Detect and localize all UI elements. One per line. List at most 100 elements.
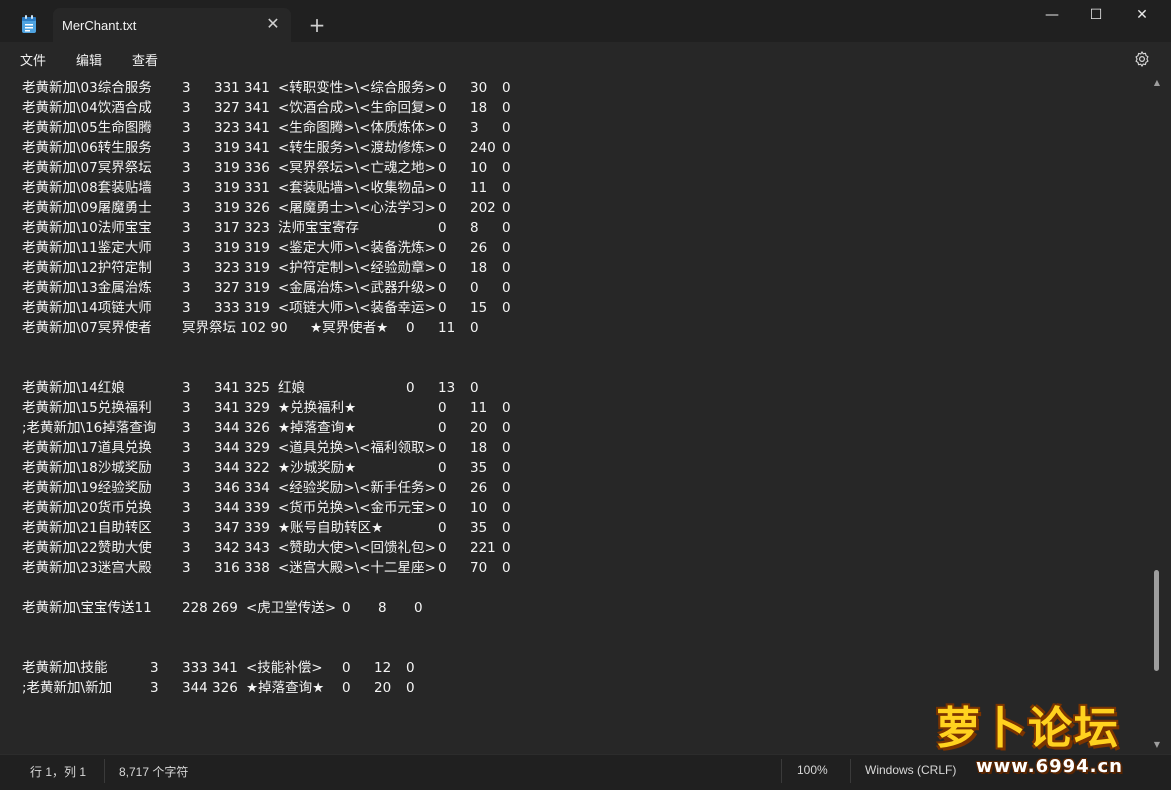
- minimize-button[interactable]: —: [1029, 0, 1075, 32]
- menu-file[interactable]: 文件: [20, 50, 46, 69]
- text-cell: 0: [342, 600, 351, 616]
- text-cell: 0: [342, 660, 351, 676]
- scroll-down-icon[interactable]: ▼: [1152, 740, 1162, 750]
- text-cell: 老黄新加\06转生服务: [22, 140, 152, 156]
- text-cell: 0: [414, 600, 423, 616]
- text-cell: 0: [470, 280, 479, 296]
- text-line: 老黄新加\19经验奖励 3 346 334 <经验奖励>\<新手任务> 0 26 0: [22, 478, 1142, 498]
- text-cell: 3: [182, 500, 191, 516]
- text-line: [22, 618, 1142, 638]
- text-cell: 3: [182, 460, 191, 476]
- tab-merchant-txt[interactable]: MerChant.txt ✕: [53, 8, 291, 42]
- text-line: 老黄新加\23迷宫大殿 3 316 338 <迷宫大殿>\<十二星座> 0 70 0: [22, 558, 1142, 578]
- text-cell: 0: [406, 320, 415, 336]
- text-cell: 老黄新加\技能: [22, 660, 108, 676]
- text-line: [22, 578, 1142, 598]
- text-cell: 344 329: [214, 440, 270, 456]
- text-cell: 0: [502, 80, 511, 96]
- text-cell: 331 341: [214, 80, 270, 96]
- text-line: 老黄新加\20货币兑换 3 344 339 <货币兑换>\<金币元宝> 0 10 0: [22, 498, 1142, 518]
- text-cell: 0: [470, 320, 479, 336]
- text-cell: 0: [438, 540, 447, 556]
- text-cell: 3: [182, 120, 191, 136]
- text-cell: 0: [438, 300, 447, 316]
- text-cell: 红娘: [278, 380, 305, 396]
- text-cell: 319 319: [214, 240, 270, 256]
- close-window-button[interactable]: ✕: [1119, 0, 1165, 32]
- text-cell: 老黄新加\23迷宫大殿: [22, 560, 152, 576]
- text-cell: 18: [470, 440, 488, 456]
- maximize-button[interactable]: ☐: [1073, 0, 1119, 32]
- text-cell: 3: [182, 180, 191, 196]
- status-divider: [781, 759, 782, 783]
- text-cell: <鉴定大师>\<装备洗炼>: [278, 240, 436, 256]
- text-cell: 老黄新加\宝宝传送11: [22, 600, 152, 616]
- menu-view[interactable]: 查看: [132, 50, 158, 69]
- text-cell: <项链大师>\<装备幸运>: [278, 300, 436, 316]
- text-cell: 老黄新加\14项链大师: [22, 300, 152, 316]
- text-line: 老黄新加\21自助转区 3 347 339 ★账号自助转区★ 0 35 0: [22, 518, 1142, 538]
- text-cell: 3: [182, 560, 191, 576]
- scroll-thumb[interactable]: [1154, 570, 1159, 671]
- text-cell: 老黄新加\08套装贴墙: [22, 180, 152, 196]
- text-cell: 法师宝宝寄存: [278, 220, 359, 236]
- text-cell: <饮酒合成>\<生命回复>: [278, 100, 436, 116]
- text-cell: 0: [438, 520, 447, 536]
- text-cell: 35: [470, 460, 488, 476]
- text-cell: 327 319: [214, 280, 270, 296]
- text-cell: 11: [438, 320, 456, 336]
- text-line: 老黄新加\05生命图腾 3 323 341 <生命图腾>\<体质炼体> 0 3 0: [22, 118, 1142, 138]
- text-line: 老黄新加\13金属治炼 3 327 319 <金属治炼>\<武器升级> 0 0 0: [22, 278, 1142, 298]
- text-editor[interactable]: 老黄新加\03综合服务 3 331 341 <转职变性>\<综合服务> 0 30 0 老黄新加…: [0, 75, 1171, 754]
- gear-icon[interactable]: [1133, 50, 1151, 68]
- text-cell: 0: [502, 300, 511, 316]
- scroll-up-icon[interactable]: ▲: [1152, 78, 1162, 88]
- text-cell: 0: [502, 500, 511, 516]
- text-cell: 0: [406, 680, 415, 696]
- text-cell: 3: [150, 680, 159, 696]
- text-cell: 0: [502, 400, 511, 416]
- text-cell: 0: [438, 420, 447, 436]
- text-cell: 0: [502, 280, 511, 296]
- text-cell: <赞助大使>\<回馈礼包>: [278, 540, 436, 556]
- text-cell: 12: [374, 660, 392, 676]
- text-cell: ★掉落查询★: [246, 680, 325, 696]
- text-cell: 0: [502, 460, 511, 476]
- text-cell: 3: [182, 540, 191, 556]
- text-cell: 228 269: [182, 600, 238, 616]
- text-cell: 0: [438, 260, 447, 276]
- text-cell: 0: [438, 440, 447, 456]
- text-cell: 13: [438, 380, 456, 396]
- text-cell: 0: [438, 240, 447, 256]
- text-cell: <屠魔勇士>\<心法学习>: [278, 200, 436, 216]
- text-cell: 3: [182, 100, 191, 116]
- text-cell: 3: [182, 440, 191, 456]
- cursor-position: 行 1，列 1: [30, 765, 87, 779]
- text-cell: 344 322: [214, 460, 270, 476]
- text-cell: 341 329: [214, 400, 270, 416]
- text-cell: <套装贴墙>\<收集物品>: [278, 180, 436, 196]
- text-cell: 0: [502, 260, 511, 276]
- text-cell: 319 331: [214, 180, 270, 196]
- text-cell: 8: [378, 600, 387, 616]
- text-cell: 老黄新加\20货币兑换: [22, 500, 152, 516]
- text-cell: 8: [470, 220, 479, 236]
- text-cell: 0: [502, 100, 511, 116]
- text-cell: 346 334: [214, 480, 270, 496]
- text-cell: 老黄新加\07冥界祭坛: [22, 160, 152, 176]
- tab-close-icon[interactable]: ✕: [263, 14, 283, 34]
- line-ending[interactable]: Windows (CRLF): [865, 763, 956, 777]
- new-tab-button[interactable]: +: [305, 14, 329, 38]
- zoom-level[interactable]: 100%: [797, 763, 828, 777]
- text-cell: 3: [182, 160, 191, 176]
- status-bar: 行 1，列 1 8,717 个字符 100% Windows (CRLF): [0, 754, 1171, 790]
- text-cell: 15: [470, 300, 488, 316]
- text-cell: 3: [182, 140, 191, 156]
- text-cell: <金属治炼>\<武器升级>: [278, 280, 436, 296]
- text-cell: 0: [438, 100, 447, 116]
- text-cell: 3: [150, 660, 159, 676]
- text-cell: 0: [502, 520, 511, 536]
- document-text[interactable]: 老黄新加\03综合服务 3 331 341 <转职变性>\<综合服务> 0 30 0 老黄新加…: [22, 78, 1142, 754]
- menu-edit[interactable]: 编辑: [76, 50, 102, 69]
- text-cell: 老黄新加\14红娘: [22, 380, 125, 396]
